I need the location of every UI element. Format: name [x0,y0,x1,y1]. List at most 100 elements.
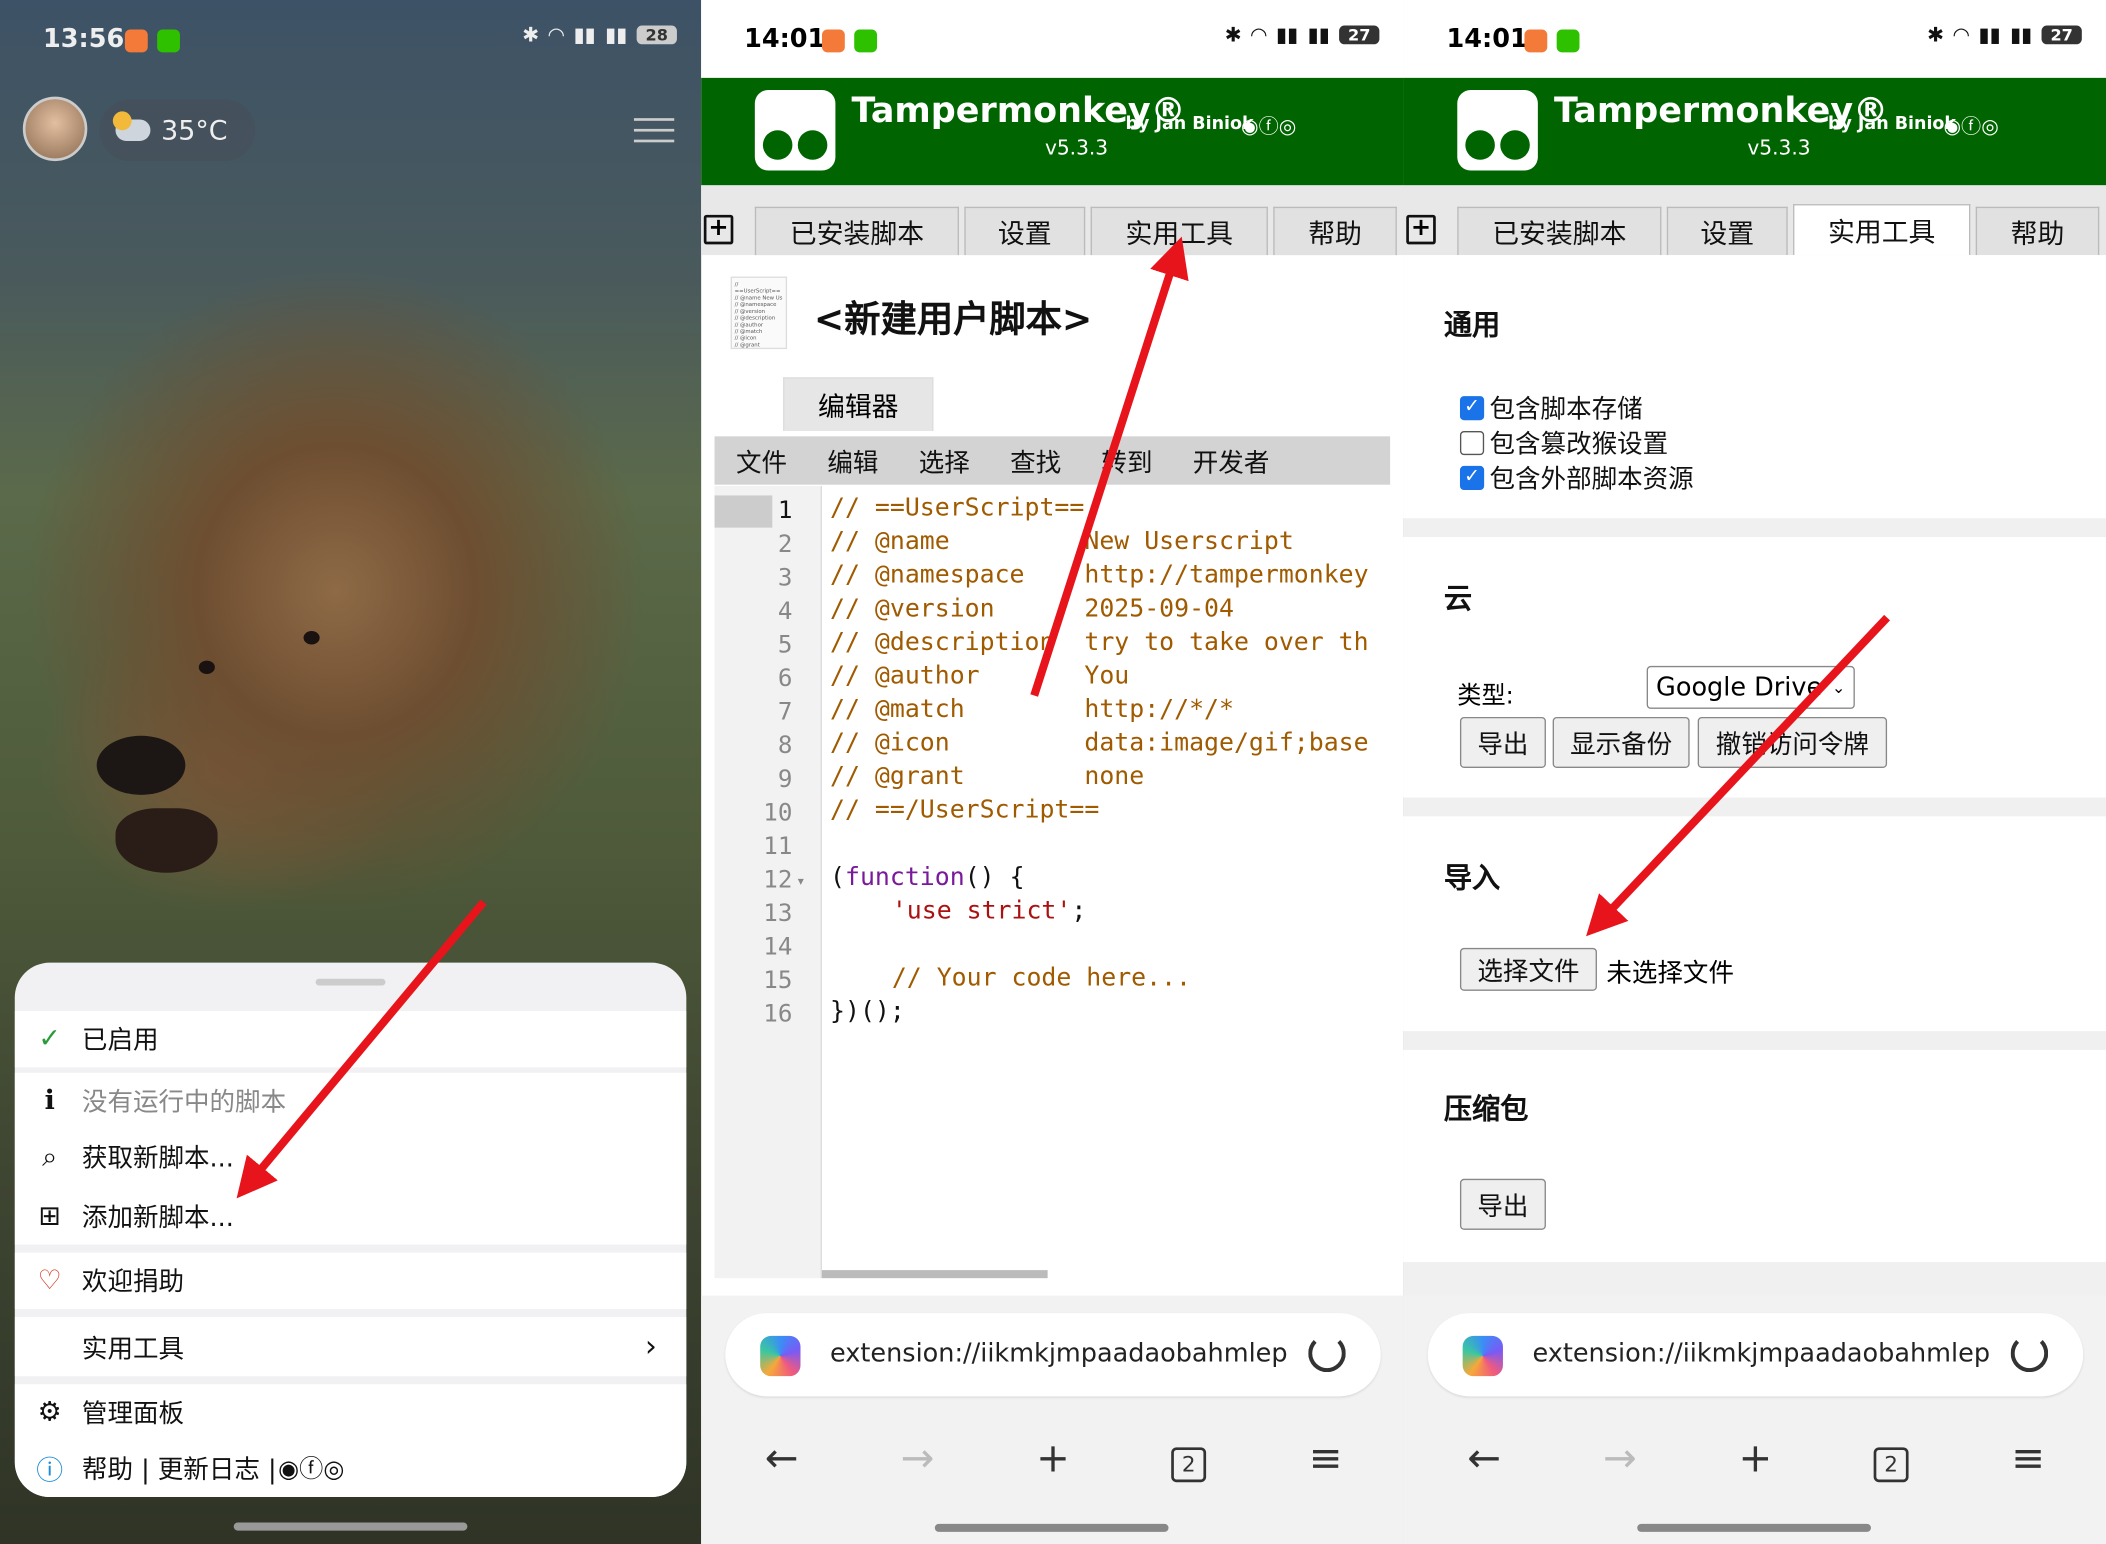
tab-help[interactable]: 帮助 [1975,206,2100,256]
status-icons: ✱ ◠ ▮▮ ▮▮ 27 [1225,23,1380,47]
heart-icon: ♡ [37,1263,62,1296]
new-script-plus-icon[interactable]: + [703,214,734,245]
fold-arrow-icon[interactable]: ▾ [798,875,804,888]
bluetooth-icon: ✱ [522,22,540,47]
browser-bottom-bar: extension://iikmkjmpaadaobahmlep ← → + 2… [1403,1295,2106,1544]
back-icon[interactable]: ← [1457,1435,1511,1482]
clock: 14:01 [1446,24,1528,54]
forward-icon[interactable]: → [1593,1435,1647,1482]
home-indicator [233,1522,468,1531]
tab-editor[interactable]: 编辑器 [783,377,934,431]
weather-widget[interactable]: 35°C [99,99,256,162]
tabs-button[interactable]: 2 [1864,1435,1918,1483]
settings-sliders-icon[interactable] [633,113,675,145]
avatar[interactable] [22,96,88,162]
line-number: 11 [763,832,793,861]
menu-hamburger-icon[interactable]: ≡ [1299,1435,1353,1482]
code-line: // @match http://*/* [830,695,1234,724]
social-icons[interactable]: ◉ⓕ◎ [1943,111,1998,139]
line-number: 13 [763,899,793,928]
social-icons[interactable]: ◉ⓕ◎ [278,1450,344,1485]
zip-export-button[interactable]: 导出 [1459,1178,1546,1230]
browser-bottom-bar: extension://iikmkjmpaadaobahmlep ← → + 2… [701,1295,1404,1544]
app-notification-icon [821,29,845,53]
line-number-gutter: 1 2 3 4 5 6 7 8 9 10 11 12 13 14 15 16 ▾ [714,486,822,1279]
line-number: 6 [777,664,793,693]
general-section: 通用 ✓ 包含脚本存储 包含篡改猴设置 ✓ 包含外部脚本资源 [1403,255,2106,519]
info-circle-icon: ⓘ [36,1453,64,1486]
choose-file-button[interactable]: 选择文件 [1459,947,1597,991]
code-line: // ==/UserScript== [830,796,1100,825]
gear-icon: ⚙ [37,1394,62,1428]
type-label: 类型: [1457,682,1514,711]
battery-icon: 27 [1339,25,1380,45]
tab-utilities[interactable]: 实用工具 [1793,204,1971,256]
address-bar[interactable]: extension://iikmkjmpaadaobahmlep [1427,1313,2084,1397]
new-tab-plus-icon[interactable]: + [1026,1435,1080,1482]
menu-add-new-script[interactable]: ⊞ 添加新脚本... [15,1188,687,1242]
tab-settings[interactable]: 设置 [964,206,1086,256]
import-section: 导入 选择文件 未选择文件 [1403,816,2106,1032]
reload-icon[interactable] [1308,1334,1346,1373]
sheet-drag-handle[interactable] [315,978,386,986]
address-bar[interactable]: extension://iikmkjmpaadaobahmlep [725,1313,1381,1397]
menu-enabled[interactable]: ✓ 已启用 [15,1011,687,1065]
menu-developer[interactable]: 开发者 [1193,442,1270,478]
reload-icon[interactable] [2010,1334,2049,1373]
menu-utilities[interactable]: 实用工具 › [15,1320,687,1374]
show-backup-button[interactable]: 显示备份 [1552,716,1690,768]
tampermonkey-header: Tampermonkey® v5.3.3 by Jan Biniok ◉ⓕ◎ [1403,77,2106,186]
tab-installed-scripts[interactable]: 已安装脚本 [754,206,959,256]
include-external-resources-checkbox[interactable]: ✓ 包含外部脚本资源 [1459,459,1694,495]
include-tm-settings-checkbox[interactable]: 包含篡改猴设置 [1459,424,1668,460]
new-script-plus-icon[interactable]: + [1406,214,1436,245]
horizontal-scrollbar[interactable] [821,1270,1048,1279]
social-icons[interactable]: ◉ⓕ◎ [1241,111,1296,139]
battery-icon: 28 [636,25,677,45]
tampermonkey-popup-menu: ✓ 已启用 ℹ 没有运行中的脚本 ⌕ 获取新脚本... ⊞ 添加新脚本... ♡… [14,962,687,1498]
menu-help-changelog[interactable]: ⓘ 帮助 | 更新日志 | ◉ⓕ◎ [15,1441,687,1495]
signal-5g-icon: ▮▮ [605,22,628,47]
menu-select[interactable]: 选择 [919,442,970,478]
code-line: // @namespace http://tampermonkey [830,561,1369,590]
tab-utilities[interactable]: 实用工具 [1090,206,1268,256]
code-line: })(); [830,997,905,1026]
copilot-icon[interactable] [760,1335,801,1377]
status-bar: 13:56 ✱ ◠ ▮▮ ▮▮ 28 [0,0,701,78]
info-i-icon: ℹ [44,1083,55,1116]
cloud-type-select[interactable]: Google Drive ⌄ [1646,665,1855,709]
code-line: // @author You [830,661,1130,691]
menu-find[interactable]: 查找 [1010,442,1061,478]
menu-file[interactable]: 文件 [736,442,787,478]
app-version: v5.3.3 [1044,135,1109,160]
tabs-button[interactable]: 2 [1162,1435,1216,1483]
bear-eye [303,631,320,645]
wechat-icon [854,29,878,53]
forward-icon[interactable]: → [890,1435,944,1482]
tab-installed-scripts[interactable]: 已安装脚本 [1457,206,1662,256]
menu-dashboard[interactable]: ⚙ 管理面板 [15,1384,687,1438]
battery-icon: 27 [2041,25,2082,45]
line-number: 1 [777,496,793,525]
include-script-storage-checkbox[interactable]: ✓ 包含脚本存储 [1459,389,1643,425]
signal-4g-icon: ▮▮ [1275,22,1299,47]
new-tab-plus-icon[interactable]: + [1729,1435,1783,1482]
tab-help[interactable]: 帮助 [1273,206,1397,256]
back-icon[interactable]: ← [755,1435,809,1482]
line-number: 5 [777,631,793,660]
wechat-icon [1556,29,1580,53]
menu-goto[interactable]: 转到 [1101,442,1152,478]
tab-settings[interactable]: 设置 [1666,206,1788,256]
line-number: 3 [777,563,793,593]
phone-screen-1: 13:56 ✱ ◠ ▮▮ ▮▮ 28 35°C ✓ 已启用 ℹ 没有运行中的脚本… [0,0,702,1544]
cloud-export-button[interactable]: 导出 [1459,716,1546,768]
menu-donate[interactable]: ♡ 欢迎捐助 [15,1253,687,1307]
bear-nose [96,735,186,795]
menu-get-new-scripts[interactable]: ⌕ 获取新脚本... [15,1129,687,1183]
code-line: // ==UserScript== [830,494,1085,523]
section-title: 导入 [1443,861,1501,895]
menu-edit[interactable]: 编辑 [827,442,878,478]
menu-hamburger-icon[interactable]: ≡ [2001,1435,2055,1482]
revoke-token-button[interactable]: 撤销访问令牌 [1697,716,1888,768]
copilot-icon[interactable] [1462,1335,1503,1377]
